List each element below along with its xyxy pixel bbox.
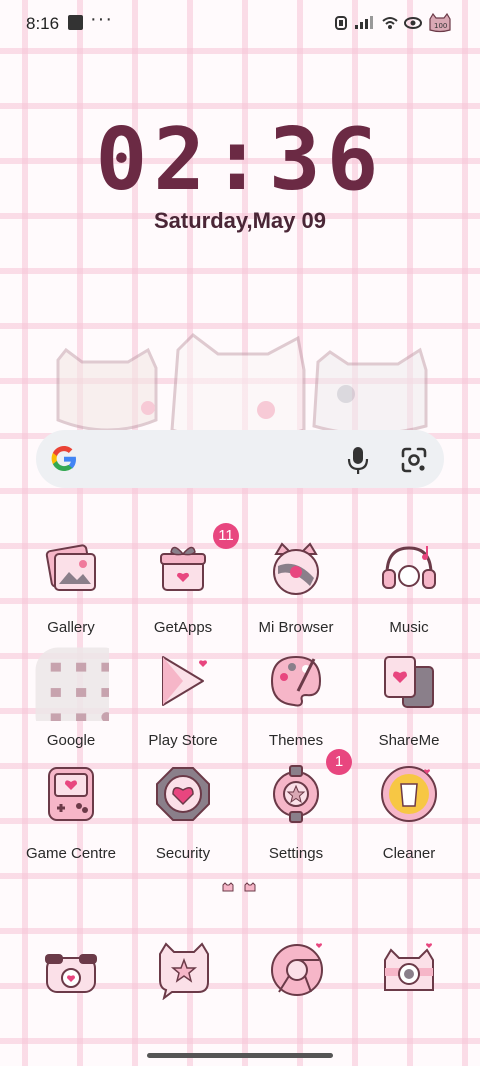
app-settings[interactable]: 1 Settings [240,749,352,874]
google-logo-icon [51,446,76,471]
google-folder-icon [35,647,109,721]
notification-badge: 11 [213,523,239,549]
app-label: Game Centre [25,845,117,862]
app-label: Music [389,619,429,636]
signal-icon [355,16,373,29]
gesture-navigation-bar[interactable] [147,1053,333,1058]
game-centre-icon [48,767,94,821]
vibrate-icon [335,16,347,30]
themes-icon [270,655,322,707]
battery-cat-icon: 100 [429,13,451,33]
phone-icon[interactable] [41,940,101,1000]
status-icons: 100 [334,13,452,33]
mi-browser-icon [273,542,319,595]
svg-text:100: 100 [434,22,447,30]
security-icon [156,767,210,821]
app-label: Play Store [148,732,218,749]
app-music[interactable]: Music [353,538,465,648]
settings-icon [273,765,319,823]
more-notifications: ··· [90,8,113,30]
app-getapps[interactable]: 11 GetApps [127,523,239,648]
app-label: Themes [268,732,324,749]
app-gallery[interactable]: Gallery [15,538,127,648]
app-label: Mi Browser [258,619,334,636]
app-label: Settings [268,845,324,862]
notification-square-icon [68,15,83,30]
app-label: ShareMe [378,732,440,749]
status-bar: 8:16 ··· 100 [0,0,480,46]
app-game-centre[interactable]: Game Centre [15,764,127,874]
messaging-icon[interactable] [154,940,214,1000]
app-label: Gallery [47,619,95,636]
app-label: Google [46,732,96,749]
page-dot-active [222,882,234,892]
app-shareme[interactable]: ShareMe [353,651,465,761]
app-label: Security [155,845,211,862]
notification-badge: 1 [326,749,352,775]
cleaner-icon [381,766,437,822]
getapps-icon [160,546,206,591]
google-lens-icon[interactable] [400,446,428,474]
page-indicator[interactable] [222,882,256,892]
play-store-icon [162,656,207,706]
gallery-icon [45,544,96,591]
app-security[interactable]: Security [127,764,239,874]
voice-search-icon[interactable] [346,445,370,475]
google-search-bar[interactable] [36,430,444,488]
app-label: GetApps [153,619,213,636]
status-time: 8:16 [26,14,60,33]
eye-icon [404,17,422,29]
app-mi-browser[interactable]: Mi Browser [240,538,352,648]
music-icon [382,546,436,589]
app-cleaner[interactable]: Cleaner [353,764,465,874]
app-themes[interactable]: Themes [240,651,352,761]
app-play-store[interactable]: Play Store [127,651,239,761]
browser-icon[interactable] [267,940,327,1000]
page-dot [244,882,256,892]
clock-widget-time[interactable]: 02:36 [0,110,480,210]
camera-icon[interactable] [379,940,439,1000]
wifi-icon [382,17,398,29]
shareme-icon [384,656,434,708]
app-google-folder[interactable]: Google [15,647,127,761]
app-label: Cleaner [382,845,436,862]
clock-widget-date[interactable]: Saturday,May 09 [0,208,480,234]
